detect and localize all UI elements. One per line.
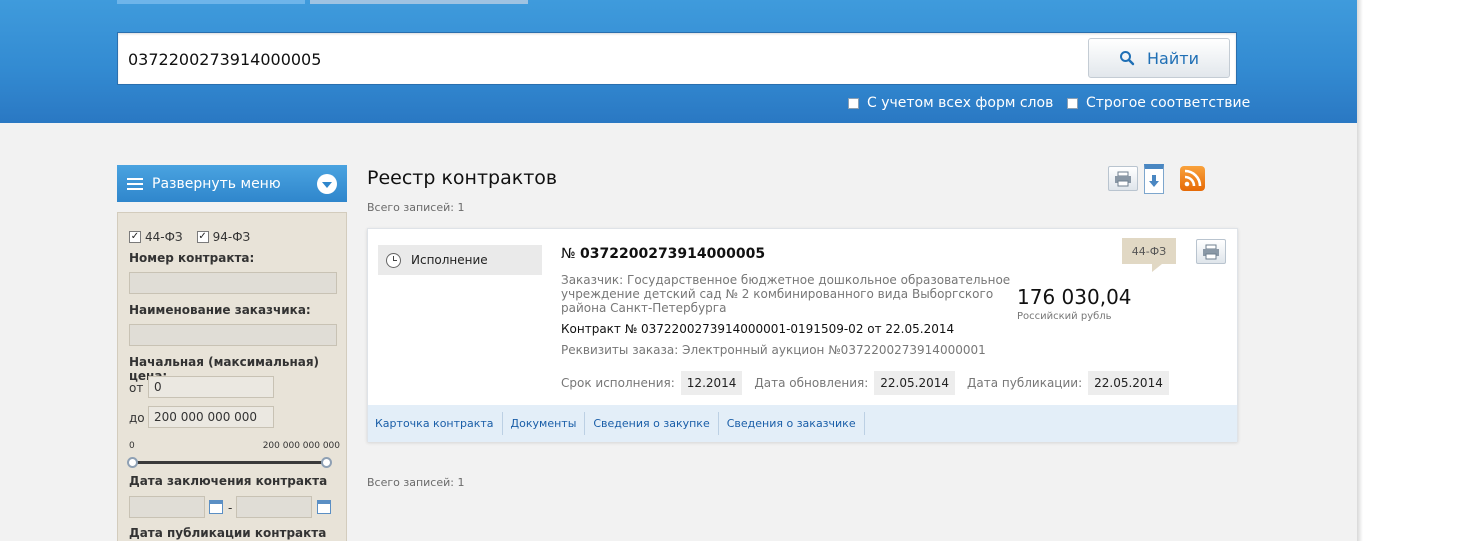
filter-panel: ✓ 44-ФЗ ✓ 94-ФЗ Номер контракта: Наимено… — [117, 212, 347, 541]
customer-text: Заказчик: Государственное бюджетное дошк… — [561, 273, 1011, 315]
printer-icon — [1115, 171, 1131, 186]
option-word-forms[interactable]: С учетом всех форм слов — [848, 95, 1053, 111]
link-procurement-info[interactable]: Сведения о закупке — [586, 412, 719, 435]
law-44-checkbox[interactable]: ✓ — [129, 231, 141, 243]
contract-number-label: Номер контракта: — [129, 251, 255, 265]
customer-name-input[interactable] — [129, 324, 337, 346]
contract-price: 176 030,04 — [1017, 285, 1132, 309]
price-scale-min: 0 — [129, 441, 135, 451]
law-44-label: 44-ФЗ — [145, 230, 183, 244]
currency-label: Российский рубль — [1017, 311, 1112, 322]
link-documents[interactable]: Документы — [504, 412, 586, 435]
contract-card: Исполнение № 0372200273914000005 Заказчи… — [367, 228, 1238, 442]
page-edge-shadow — [1357, 0, 1363, 541]
date-range-separator: - — [228, 501, 233, 515]
header-tab[interactable] — [310, 0, 528, 4]
download-icon — [1149, 175, 1159, 187]
updated-label: Дата обновления: — [754, 376, 869, 390]
calendar-icon[interactable] — [209, 500, 223, 514]
contract-line: Контракт № 0372200273914000001-0191509-0… — [561, 322, 955, 336]
search-icon — [1120, 51, 1135, 66]
price-slider-track[interactable] — [132, 461, 329, 464]
published-label: Дата публикации: — [967, 376, 1083, 390]
option-strict-match[interactable]: Строгое соответствие — [1067, 95, 1250, 111]
price-slider-max-handle[interactable] — [321, 457, 332, 468]
printer-icon — [1203, 244, 1219, 259]
date-signed-label: Дата заключения контракта — [129, 474, 328, 488]
calendar-icon[interactable] — [317, 500, 331, 514]
expand-menu-label: Развернуть меню — [152, 175, 281, 192]
strict-match-label: Строгое соответствие — [1086, 95, 1251, 111]
published-value: 22.05.2014 — [1088, 371, 1169, 395]
law-badge: 44-ФЗ — [1122, 238, 1176, 272]
search-header: Найти С учетом всех форм слов Строгое со… — [0, 0, 1357, 123]
page-title: Реестр контрактов — [367, 167, 558, 189]
download-button[interactable] — [1144, 164, 1164, 194]
menu-icon — [127, 177, 143, 190]
customer-name-label: Наименование заказчика: — [129, 303, 311, 317]
card-links-bar: Карточка контракта Документы Сведения о … — [368, 405, 1237, 442]
status-badge: Исполнение — [378, 245, 542, 275]
search-button[interactable]: Найти — [1088, 38, 1230, 78]
price-from-prefix: от — [129, 381, 144, 395]
print-button[interactable] — [1108, 166, 1138, 191]
date-signed-to-input[interactable] — [236, 496, 312, 518]
number-value: 0372200273914000005 — [580, 246, 766, 262]
law-94-label: 94-ФЗ — [212, 230, 251, 244]
law-94-checkbox[interactable]: ✓ — [196, 231, 209, 243]
date-published-label: Дата публикации контракта — [129, 526, 327, 540]
chevron-down-icon — [317, 174, 337, 194]
link-contract-card[interactable]: Карточка контракта — [368, 412, 503, 435]
status-label: Исполнение — [411, 253, 488, 267]
word-forms-checkbox[interactable] — [848, 97, 859, 109]
card-print-button[interactable] — [1196, 239, 1226, 264]
execution-value: 12.2014 — [680, 371, 743, 395]
clock-icon — [386, 252, 401, 268]
number-prefix: № — [561, 246, 576, 262]
price-to-prefix: до — [129, 411, 145, 425]
price-slider-min-handle[interactable] — [127, 457, 138, 468]
contract-number-input[interactable] — [129, 272, 337, 294]
price-to-input[interactable]: 200 000 000 000 — [148, 406, 274, 428]
law-filter-row: ✓ 44-ФЗ ✓ 94-ФЗ — [129, 230, 260, 244]
price-from-input[interactable]: 0 — [148, 376, 274, 398]
updated-value: 22.05.2014 — [874, 371, 955, 395]
records-count-bottom: Всего записей: 1 — [367, 476, 465, 489]
strict-match-checkbox[interactable] — [1067, 97, 1078, 109]
order-requisites: Реквизиты заказа: Электронный аукцион №0… — [561, 343, 986, 357]
rss-button[interactable] — [1180, 166, 1205, 191]
records-count-top: Всего записей: 1 — [367, 201, 465, 214]
rss-icon — [1184, 169, 1202, 187]
search-input[interactable] — [128, 47, 1068, 71]
link-customer-info[interactable]: Сведения о заказчике — [720, 412, 865, 435]
search-bar: Найти — [117, 32, 1237, 85]
word-forms-label: С учетом всех форм слов — [867, 95, 1054, 111]
price-scale-max: 200 000 000 000 — [262, 441, 340, 451]
execution-label: Срок исполнения: — [561, 376, 675, 390]
contract-number[interactable]: № 0372200273914000005 — [561, 246, 765, 262]
search-button-label: Найти — [1147, 48, 1199, 68]
expand-menu-button[interactable]: Развернуть меню — [117, 165, 347, 202]
dates-row: Срок исполнения: 12.2014 Дата обновления… — [561, 371, 1181, 395]
date-signed-from-input[interactable] — [129, 496, 205, 518]
header-tab-active[interactable] — [117, 0, 305, 4]
